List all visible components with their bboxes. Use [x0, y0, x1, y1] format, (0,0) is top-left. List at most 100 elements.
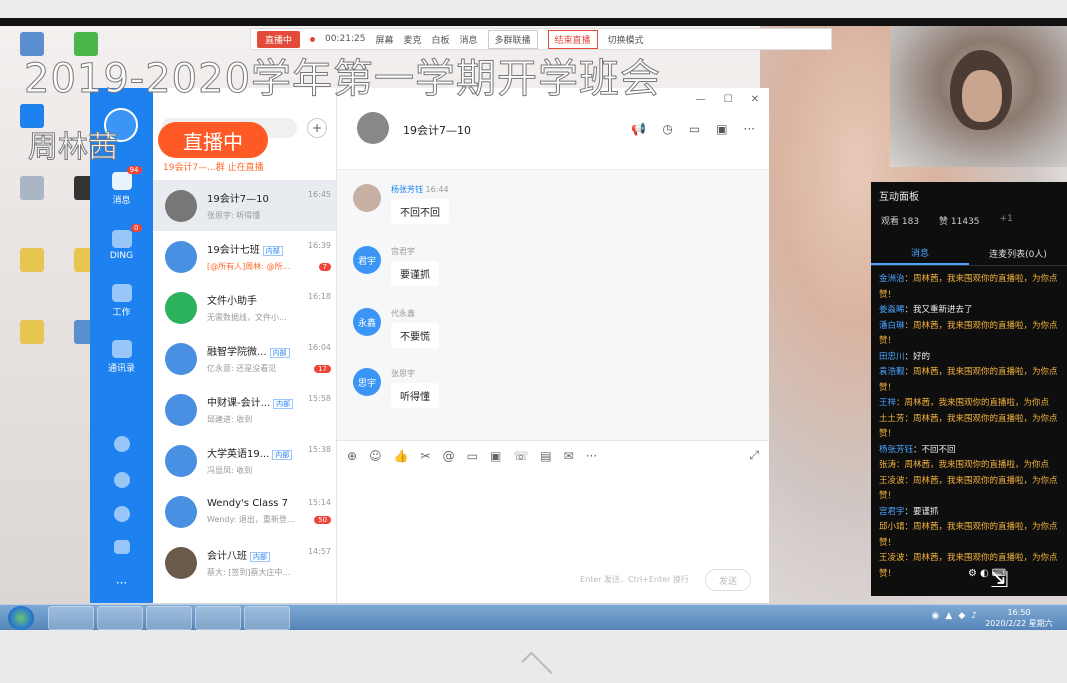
- feed-sender: 宫君宇: [879, 506, 905, 517]
- conversation-item[interactable]: 文件小助手 16:18 无需数据线，文件小...: [153, 282, 336, 333]
- control-messages[interactable]: 消息: [459, 33, 477, 46]
- internal-tag: 内部: [250, 552, 270, 562]
- add-button[interactable]: +: [307, 118, 327, 138]
- panel-title: 互动面板: [879, 192, 919, 203]
- control-mic[interactable]: 麦克: [403, 33, 421, 46]
- sidebar-more[interactable]: ···: [90, 576, 153, 590]
- feed-sender: 潘白琳: [879, 320, 905, 331]
- history-icon[interactable]: ◷: [662, 122, 672, 136]
- conversation-item[interactable]: Wendy's Class 7 15:14 Wendy: 退出，重新登... 50: [153, 486, 336, 537]
- chevron-up-icon[interactable]: [521, 651, 553, 683]
- mention-icon[interactable]: @: [443, 449, 455, 463]
- feed-text: 赞！: [879, 568, 897, 579]
- folder-icon[interactable]: ▭: [467, 449, 478, 463]
- maximize-icon[interactable]: ☐: [724, 94, 733, 105]
- sidebar-item-work[interactable]: 工作: [90, 284, 153, 318]
- conversation-item[interactable]: 大学英语19... 内部 15:38 冯显凤: 收到: [153, 435, 336, 486]
- files-icon[interactable]: ▭: [689, 122, 700, 136]
- conversation-time: 16:39: [307, 241, 331, 250]
- network-icon[interactable]: ▲: [945, 611, 952, 621]
- tool-icon[interactable]: ◐: [980, 568, 989, 579]
- internal-tag: 内部: [273, 399, 294, 409]
- conversation-avatar: [165, 189, 197, 222]
- live-badge: 直播中: [158, 122, 268, 158]
- desktop-icon-folder-3[interactable]: [12, 320, 52, 346]
- sidebar-item-ext-2[interactable]: [90, 472, 153, 491]
- more-icon[interactable]: ···: [586, 449, 597, 463]
- live-icon[interactable]: ▣: [716, 122, 727, 136]
- conversation-item[interactable]: 19会计7—10 16:45 张思宇: 听得懂: [153, 180, 336, 231]
- ime-icon[interactable]: ◉: [932, 611, 940, 621]
- thumbs-up-icon[interactable]: 👍: [394, 449, 409, 463]
- conversation-list: + 19会计7—...群 止在直播 19会计7—10 16:45 张思宇: 听得懂…: [153, 88, 337, 603]
- feed-text: ：周林茜，我来围观你的直播啦，为你点: [904, 367, 1058, 377]
- feed-text: 王凌波：周林茜，我来围观你的直播啦，为你点: [879, 475, 1058, 486]
- conversation-avatar: [165, 495, 197, 528]
- switch-mode-button[interactable]: 切换模式: [608, 33, 644, 46]
- expand-icon[interactable]: ⤢: [749, 448, 759, 463]
- tab-linkmic[interactable]: 连麦列表(0人): [969, 242, 1067, 265]
- message-item: 思宇 张思宇 听得懂: [353, 368, 439, 408]
- folder-icon: [165, 291, 197, 324]
- feed-text: ：我又重新进去了: [904, 305, 973, 315]
- live-icon[interactable]: ▤: [540, 449, 551, 463]
- conversation-time: 15:58: [307, 394, 331, 403]
- gif-icon[interactable]: ⊕: [347, 449, 357, 463]
- sender-name: 张思宇: [391, 369, 415, 378]
- feed-text: 赞！: [879, 336, 897, 346]
- scissors-icon[interactable]: ✂: [421, 449, 431, 463]
- taskbar-explorer[interactable]: [48, 606, 94, 630]
- mail-icon[interactable]: ✉: [564, 449, 574, 463]
- lightning-icon: 0: [111, 224, 142, 248]
- start-button[interactable]: [8, 606, 34, 630]
- control-screen[interactable]: 屏幕: [375, 33, 393, 46]
- sidebar-item-contacts[interactable]: 通讯录: [90, 340, 153, 374]
- conversation-item[interactable]: 会计八班 内部 14:57 蔡大: [签到]蔡大庄中...: [153, 537, 336, 588]
- conversation-item[interactable]: 融智学院微... 内部 16:04 亿永意: 还是没看见 17: [153, 333, 336, 384]
- live-notice[interactable]: 19会计7—...群 止在直播: [163, 160, 333, 173]
- conversation-name: 19会计七班: [207, 245, 260, 256]
- conversation-item[interactable]: 19会计七班 内部 16:39 [@所有人]周林: @所... 7: [153, 231, 336, 282]
- feed-text: ：周林茜，我来围观你的直播啦，为你点: [904, 320, 1058, 331]
- send-button[interactable]: 发送: [705, 569, 751, 591]
- message-bubble: 不要慌: [391, 323, 439, 348]
- feed-sender: 杨张芳钰: [879, 444, 914, 455]
- taskbar-live[interactable]: [195, 606, 241, 630]
- taskbar-wechat[interactable]: [97, 606, 143, 630]
- control-whiteboard[interactable]: 白板: [431, 33, 449, 46]
- desktop-icon-folder-1[interactable]: [12, 248, 52, 274]
- feed-sender: 王梓: [879, 398, 897, 408]
- sidebar-item-messages[interactable]: 94 消息: [90, 166, 153, 206]
- shield-icon[interactable]: ◆: [958, 611, 965, 621]
- sidebar-item-ext-1[interactable]: [90, 436, 153, 455]
- message-item: 杨张芳钰 16:44 不回不回: [353, 184, 449, 224]
- feed-message: 赞！: [879, 334, 1067, 350]
- conversation-preview: Wendy: 退出，重新登...: [207, 515, 295, 524]
- taskbar: ◉ ▲ ◆ ♪ 16:50 2020/2/22 星期六: [0, 604, 1067, 630]
- conversation-item[interactable]: 中财课-会计... 内部 15:58 邱建进: 收到: [153, 384, 336, 435]
- taskbar-dingtalk[interactable]: [146, 606, 192, 630]
- emoji-icon[interactable]: ☺: [369, 449, 382, 463]
- tool-icon[interactable]: ⚙: [968, 568, 977, 579]
- announcement-icon[interactable]: 📢: [631, 122, 646, 136]
- sidebar-item-ding[interactable]: 0 DING: [90, 224, 153, 261]
- feed-text: 赞！: [879, 289, 897, 300]
- ding-icon[interactable]: ▣: [490, 449, 501, 463]
- more-icon[interactable]: ···: [744, 122, 755, 136]
- feed-sender: 袁浩觐: [879, 367, 905, 377]
- sidebar-item-ext-3[interactable]: [90, 506, 153, 525]
- interaction-panel: 互动面板 观看 183 赞 11435 +1 消息 连麦列表(0人) 金洲治：周…: [871, 182, 1067, 596]
- close-icon[interactable]: ✕: [751, 94, 759, 105]
- sidebar-item-ext-4[interactable]: [90, 540, 153, 557]
- tab-messages[interactable]: 消息: [871, 242, 969, 265]
- conversation-avatar: [165, 444, 197, 477]
- taskbar-browser[interactable]: [244, 606, 290, 630]
- minimize-icon[interactable]: —: [696, 94, 706, 105]
- message-bubble: 听得懂: [391, 383, 439, 408]
- resize-arrows-icon[interactable]: ⇲: [990, 568, 1008, 593]
- conversation-preview: 张思宇: 听得懂: [207, 211, 261, 220]
- desktop-icon-recycle-bin[interactable]: [12, 176, 52, 202]
- feed-text: 赞！: [879, 537, 897, 548]
- clock[interactable]: 16:50 2020/2/22 星期六: [977, 607, 1061, 629]
- phone-icon[interactable]: ☏: [513, 449, 528, 463]
